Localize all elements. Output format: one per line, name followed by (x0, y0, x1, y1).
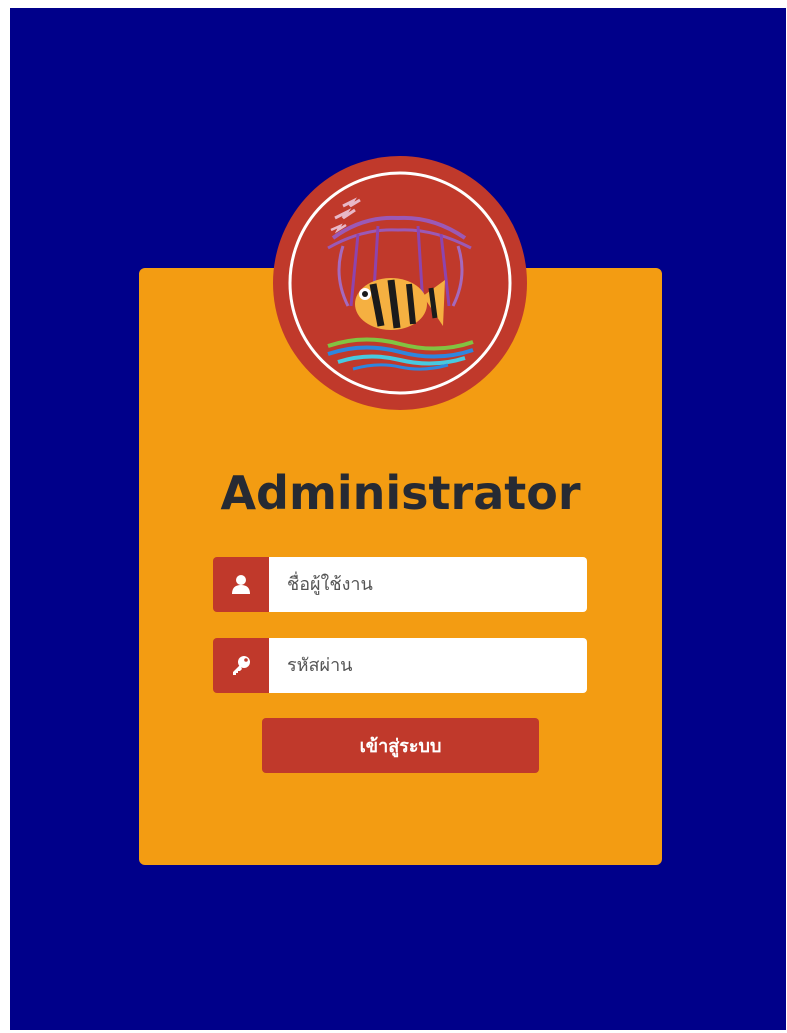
page-title: Administrator (220, 466, 581, 520)
key-icon (213, 638, 269, 693)
user-icon (213, 557, 269, 612)
logo-emblem (273, 156, 527, 410)
fish-logo-icon (288, 171, 512, 395)
username-field (213, 557, 587, 612)
login-button[interactable]: เข้าสู่ระบบ (262, 718, 539, 773)
password-field (213, 638, 587, 693)
username-input[interactable] (269, 557, 587, 612)
password-input[interactable] (269, 638, 587, 693)
